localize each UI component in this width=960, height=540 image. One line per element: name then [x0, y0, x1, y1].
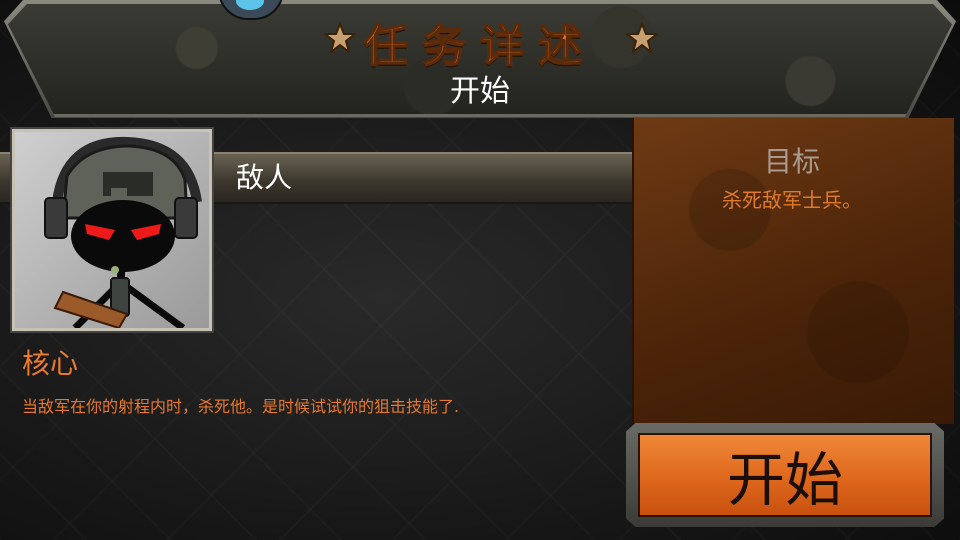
- goal-text: 杀死敌军士兵。: [722, 188, 862, 212]
- goal-title: 目标: [763, 145, 820, 178]
- mission-subtitle: 开始: [450, 74, 510, 109]
- bird-icon: [236, 0, 264, 10]
- core-description: 当敌军在你的射程内时，杀死他。是时候试试你的狙击技能了.: [22, 397, 460, 416]
- mission-title: 任务详述: [363, 20, 596, 73]
- core-title: 核心: [22, 347, 79, 380]
- start-button[interactable]: 开始: [626, 423, 944, 527]
- start-button-label: 开始: [726, 446, 843, 514]
- stickman-soldier-icon: [44, 136, 202, 328]
- enemy-label: 敌人: [236, 161, 293, 194]
- enemy-portrait: [12, 129, 212, 331]
- start-button-face[interactable]: 开始: [638, 433, 932, 517]
